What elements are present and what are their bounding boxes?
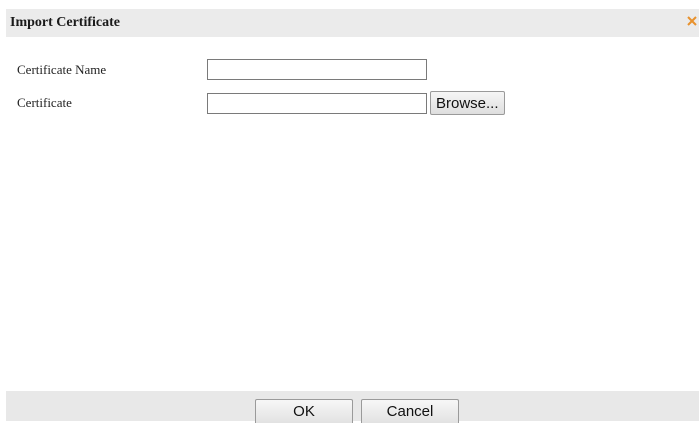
close-icon[interactable] xyxy=(685,13,699,29)
certificate-file-input[interactable] xyxy=(207,93,427,114)
ok-button[interactable]: OK xyxy=(255,399,353,423)
certificate-row: Certificate Browse... xyxy=(17,91,527,115)
dialog-footer: OK Cancel xyxy=(6,391,699,423)
import-certificate-dialog: Import Certificate Certificate Name Cert… xyxy=(6,9,699,423)
certificate-name-row: Certificate Name xyxy=(17,59,437,81)
dialog-title: Import Certificate xyxy=(10,15,121,30)
certificate-name-input[interactable] xyxy=(207,59,427,80)
cancel-button[interactable]: Cancel xyxy=(361,399,459,423)
dialog-title-bar: Import Certificate xyxy=(6,9,699,37)
browse-button[interactable]: Browse... xyxy=(430,91,505,115)
certificate-name-label: Certificate Name xyxy=(17,62,107,77)
certificate-label: Certificate xyxy=(17,95,72,110)
